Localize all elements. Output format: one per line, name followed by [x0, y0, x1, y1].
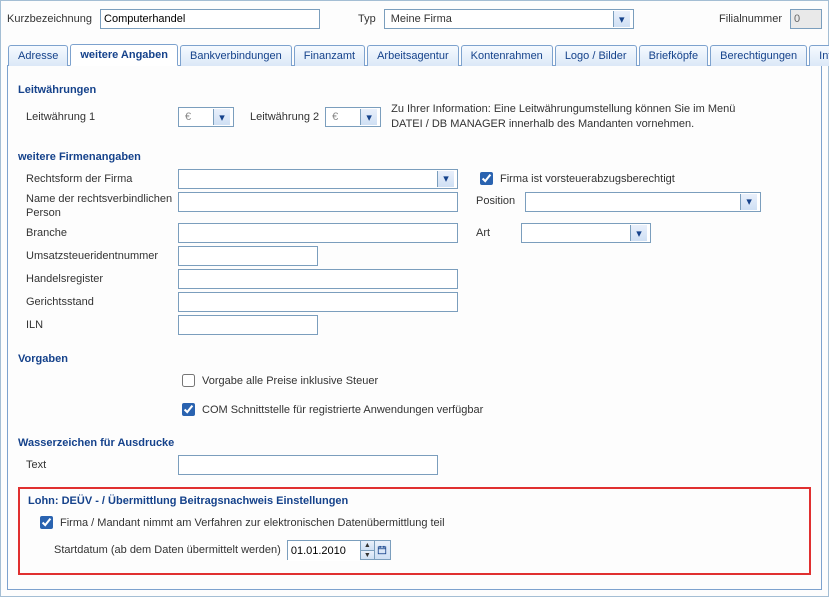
com-checkbox-wrap[interactable]: COM Schnittstelle für registrierte Anwen… [178, 400, 483, 419]
tab-info[interactable]: Info [809, 45, 829, 66]
gericht-input[interactable] [178, 292, 458, 312]
name-person-label: Name der rechtsverbindlichen Person [18, 192, 178, 221]
typ-select[interactable]: Meine Firma ▾ [384, 9, 634, 29]
section-firmenangaben: weitere Firmenangaben [18, 151, 811, 163]
startdatum-spinner[interactable]: ▲ ▼ [360, 541, 374, 559]
spinner-up-icon[interactable]: ▲ [360, 541, 374, 550]
calendar-icon[interactable] [374, 541, 390, 559]
art-select[interactable]: ▾ [521, 223, 651, 243]
branche-label: Branche [18, 227, 178, 239]
preise-label: Vorgabe alle Preise inklusive Steuer [202, 375, 378, 387]
leitwaehrung1-select[interactable]: € ▾ [178, 107, 234, 127]
startdatum-label: Startdatum (ab dem Daten übermittelt wer… [54, 544, 281, 556]
ust-input[interactable] [178, 246, 318, 266]
handelsregister-label: Handelsregister [18, 273, 178, 285]
section-leitwaehrungen: Leitwährungen [18, 84, 811, 96]
vorsteuer-checkbox-wrap[interactable]: Firma ist vorsteuerabzugsberechtigt [476, 169, 675, 188]
tab-arbeitsagentur[interactable]: Arbeitsagentur [367, 45, 459, 66]
tab-logo-bilder[interactable]: Logo / Bilder [555, 45, 637, 66]
name-person-input[interactable] [178, 192, 458, 212]
verfahren-label: Firma / Mandant nimmt am Verfahren zur e… [60, 517, 445, 529]
chevron-down-icon: ▾ [213, 109, 230, 125]
handelsregister-input[interactable] [178, 269, 458, 289]
vorsteuer-label: Firma ist vorsteuerabzugsberechtigt [500, 173, 675, 185]
chevron-down-icon: ▾ [360, 109, 377, 125]
filialnummer-input [790, 9, 822, 29]
preise-checkbox-wrap[interactable]: Vorgabe alle Preise inklusive Steuer [178, 371, 378, 390]
section-vorgaben: Vorgaben [18, 353, 811, 365]
art-label: Art [476, 227, 490, 239]
ust-label: Umsatzsteueridentnummer [18, 250, 178, 262]
tabs-bar: Adresse weitere Angaben Bankverbindungen… [7, 43, 822, 66]
kurzbezeichnung-label: Kurzbezeichnung [7, 13, 92, 25]
gericht-label: Gerichtsstand [18, 296, 178, 308]
tab-kontenrahmen[interactable]: Kontenrahmen [461, 45, 553, 66]
kurzbezeichnung-input[interactable] [100, 9, 320, 29]
verfahren-checkbox-wrap[interactable]: Firma / Mandant nimmt am Verfahren zur e… [36, 513, 445, 532]
startdatum-field[interactable]: ▲ ▼ [287, 540, 391, 560]
leitwaehrung2-label: Leitwährung 2 [250, 111, 319, 123]
filialnummer-label: Filialnummer [719, 13, 782, 25]
com-checkbox[interactable] [182, 403, 195, 416]
section-lohn: Lohn: DEÜV - / Übermittlung Beitragsnach… [28, 495, 801, 507]
leitwaehrung1-value: € [182, 111, 213, 123]
leitwaehrung2-value: € [329, 111, 360, 123]
tab-bankverbindungen[interactable]: Bankverbindungen [180, 45, 292, 66]
typ-value: Meine Firma [388, 13, 613, 25]
position-label: Position [476, 195, 515, 207]
rechtsform-select[interactable]: ▾ [178, 169, 458, 189]
iln-input[interactable] [178, 315, 318, 335]
tab-berechtigungen[interactable]: Berechtigungen [710, 45, 807, 66]
verfahren-checkbox[interactable] [40, 516, 53, 529]
startdatum-input[interactable] [288, 541, 360, 561]
com-label: COM Schnittstelle für registrierte Anwen… [202, 404, 483, 416]
tab-briefkoepfe[interactable]: Briefköpfe [639, 45, 709, 66]
iln-label: ILN [18, 319, 178, 331]
section-wasserzeichen: Wasserzeichen für Ausdrucke [18, 437, 811, 449]
spinner-down-icon[interactable]: ▼ [360, 550, 374, 559]
lohn-section-highlight: Lohn: DEÜV - / Übermittlung Beitragsnach… [18, 487, 811, 575]
tab-adresse[interactable]: Adresse [8, 45, 68, 66]
position-select[interactable]: ▾ [525, 192, 761, 212]
chevron-down-icon: ▾ [613, 11, 630, 27]
vorsteuer-checkbox[interactable] [480, 172, 493, 185]
wasserzeichen-text-input[interactable] [178, 455, 438, 475]
tab-weitere-angaben[interactable]: weitere Angaben [70, 44, 178, 66]
rechtsform-label: Rechtsform der Firma [18, 173, 178, 185]
wasserzeichen-text-label: Text [18, 459, 178, 471]
chevron-down-icon: ▾ [437, 171, 454, 187]
leitwaehrung2-select[interactable]: € ▾ [325, 107, 381, 127]
leitwaehrung-info-text: Zu Ihrer Information: Eine Leitwährungum… [391, 102, 761, 133]
preise-checkbox[interactable] [182, 374, 195, 387]
chevron-down-icon: ▾ [630, 225, 647, 241]
chevron-down-icon: ▾ [740, 194, 757, 210]
branche-input[interactable] [178, 223, 458, 243]
leitwaehrung1-label: Leitwährung 1 [18, 111, 178, 123]
typ-label: Typ [358, 13, 376, 25]
tab-finanzamt[interactable]: Finanzamt [294, 45, 365, 66]
